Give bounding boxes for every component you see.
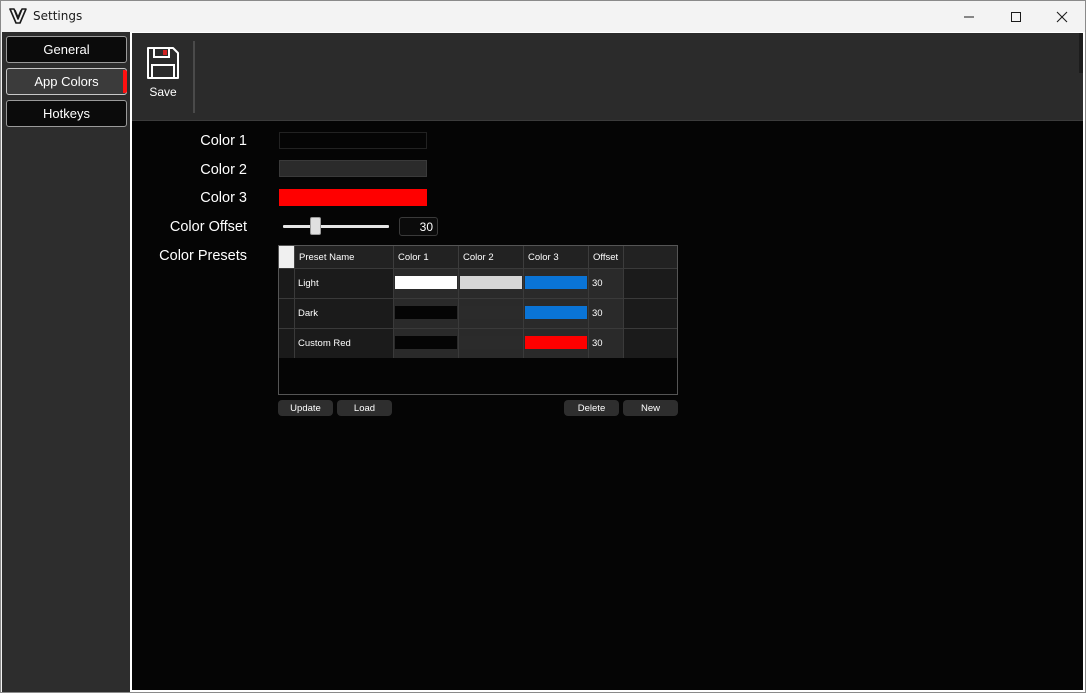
color1-cell[interactable] — [394, 329, 459, 358]
update-button[interactable]: Update — [278, 400, 333, 416]
color1-cell[interactable] — [394, 299, 459, 328]
row-header[interactable] — [279, 299, 295, 328]
window-title: Settings — [33, 9, 83, 23]
offset-slider-track[interactable] — [283, 225, 389, 228]
preset-name-cell[interactable]: Dark — [295, 299, 394, 328]
color2-cell[interactable] — [459, 329, 524, 358]
offset-cell[interactable]: 30 — [589, 329, 624, 358]
sidebar-item-general[interactable]: General — [6, 36, 127, 63]
preset-name-cell[interactable]: Light — [295, 269, 394, 298]
save-label: Save — [149, 85, 177, 99]
preset-swatch — [460, 276, 522, 289]
preset-swatch — [525, 336, 587, 349]
table-row[interactable]: Custom Red 30 — [279, 328, 677, 358]
table-row[interactable]: Light 30 — [279, 268, 677, 298]
column-header-color3[interactable]: Color 3 — [524, 246, 589, 269]
offset-value-input[interactable]: 30 — [399, 217, 438, 236]
offset-slider-thumb[interactable] — [309, 217, 321, 235]
color3-cell[interactable] — [524, 329, 589, 358]
preset-swatch — [525, 276, 587, 289]
preset-swatch — [525, 306, 587, 319]
offset-cell[interactable]: 30 — [589, 299, 624, 328]
color2-swatch[interactable] — [279, 160, 427, 177]
sidebar-item-hotkeys[interactable]: Hotkeys — [6, 100, 127, 127]
settings-window: Settings General App Colors Hotkeys Save… — [0, 0, 1086, 693]
color2-label: Color 2 — [200, 162, 247, 178]
delete-button[interactable]: Delete — [564, 400, 619, 416]
preset-swatch — [395, 306, 457, 319]
sidebar: General App Colors Hotkeys — [2, 32, 130, 692]
preset-name-cell[interactable]: Custom Red — [295, 329, 394, 358]
grid-select-all[interactable] — [279, 246, 295, 269]
preset-swatch — [460, 336, 522, 349]
new-button[interactable]: New — [623, 400, 678, 416]
save-button[interactable]: Save — [140, 43, 186, 103]
toolbar-scrollbar[interactable] — [1079, 33, 1083, 73]
row-header[interactable] — [279, 269, 295, 298]
preset-swatch — [460, 306, 522, 319]
maximize-icon — [1011, 11, 1021, 22]
offset-cell[interactable]: 30 — [589, 269, 624, 298]
grid-header: Preset Name Color 1 Color 2 Color 3 Offs… — [279, 246, 677, 269]
toolbar: Save — [132, 33, 1083, 121]
close-button[interactable] — [1039, 1, 1085, 32]
preset-swatch — [395, 276, 457, 289]
load-button[interactable]: Load — [337, 400, 392, 416]
column-header-color2[interactable]: Color 2 — [459, 246, 524, 269]
row-filler — [624, 269, 677, 298]
color2-cell[interactable] — [459, 299, 524, 328]
sidebar-item-app-colors[interactable]: App Colors — [6, 68, 127, 95]
row-header[interactable] — [279, 329, 295, 358]
column-header-offset[interactable]: Offset — [589, 246, 624, 269]
toolbar-separator — [193, 41, 195, 113]
presets-grid[interactable]: Preset Name Color 1 Color 2 Color 3 Offs… — [278, 245, 678, 395]
minimize-button[interactable] — [946, 1, 992, 32]
floppy-disk-icon — [147, 47, 179, 79]
color3-cell[interactable] — [524, 299, 589, 328]
close-icon — [1056, 11, 1068, 22]
color-offset-label: Color Offset — [169, 219, 247, 235]
color3-swatch[interactable] — [279, 189, 427, 206]
color-presets-label: Color Presets — [159, 248, 247, 264]
title-bar[interactable]: Settings — [1, 1, 1085, 32]
app-logo-icon — [9, 8, 27, 24]
minimize-icon — [964, 16, 974, 17]
maximize-button[interactable] — [993, 1, 1039, 32]
row-filler — [624, 299, 677, 328]
color1-cell[interactable] — [394, 269, 459, 298]
preset-swatch — [395, 336, 457, 349]
table-row[interactable]: Dark 30 — [279, 298, 677, 328]
row-filler — [624, 329, 677, 358]
column-header-preset-name[interactable]: Preset Name — [295, 246, 394, 269]
content-panel: Save Color 1 Color 2 Color 3 Color Offse… — [130, 32, 1085, 692]
column-header-color1[interactable]: Color 1 — [394, 246, 459, 269]
color1-swatch[interactable] — [279, 132, 427, 149]
color3-label: Color 3 — [200, 190, 247, 206]
color1-label: Color 1 — [200, 133, 247, 149]
color2-cell[interactable] — [459, 269, 524, 298]
color3-cell[interactable] — [524, 269, 589, 298]
